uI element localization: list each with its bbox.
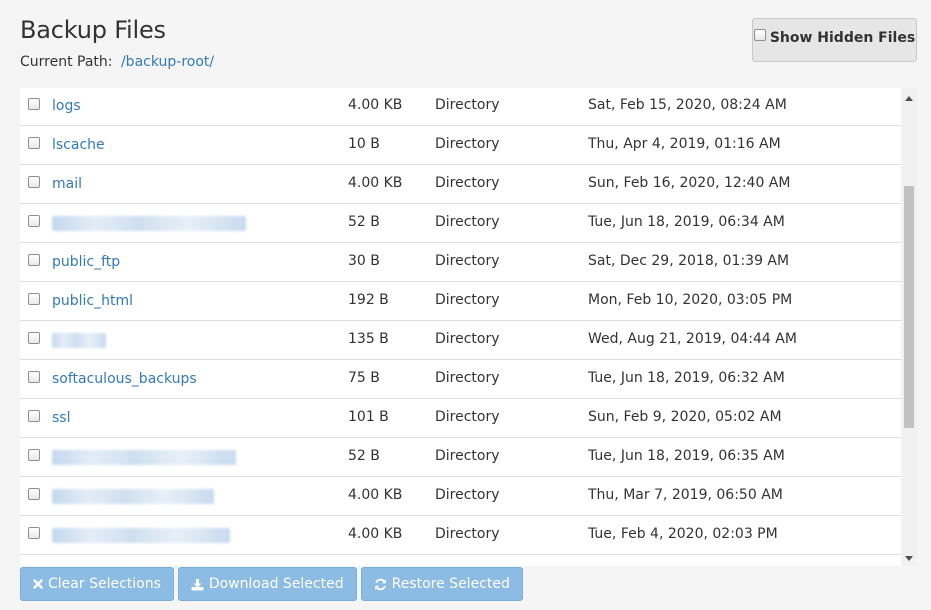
scroll-up-arrow-icon[interactable] (905, 96, 913, 101)
file-size: 4.00 KB (348, 175, 403, 191)
file-modified-date: Thu, Mar 7, 2019, 06:50 AM (588, 487, 783, 503)
row-select-checkbox[interactable] (28, 176, 40, 188)
file-name-link[interactable]: public_html (52, 293, 133, 309)
download-icon (191, 578, 204, 591)
file-type: Directory (435, 253, 500, 269)
row-select-checkbox[interactable] (28, 137, 40, 149)
file-type: Directory (435, 214, 500, 230)
file-type: Directory (435, 487, 500, 503)
file-type: Directory (435, 175, 500, 191)
file-row[interactable]: softaculous_backups 75 B Directory Tue, Jun… (20, 360, 901, 399)
redacted-file-name[interactable] (52, 489, 214, 504)
file-type: Directory (435, 526, 500, 542)
file-type: Directory (435, 409, 500, 425)
file-size: 192 B (348, 292, 389, 308)
times-icon (33, 579, 43, 589)
file-row[interactable]: public_ftp 30 B Directory Sat, Dec 29, 2018… (20, 243, 901, 282)
file-rows: logs 4.00 KB Directory Sat, Feb 15, 2020, 0… (20, 88, 901, 555)
redacted-file-name[interactable] (52, 216, 246, 231)
file-modified-date: Sun, Feb 16, 2020, 12:40 AM (588, 175, 791, 191)
file-name-link[interactable]: public_ftp (52, 254, 120, 270)
file-row[interactable]: lscache 10 B Directory Thu, Apr 4, 2019, 01… (20, 126, 901, 165)
redacted-file-name[interactable] (52, 528, 230, 543)
file-modified-date: Tue, Jun 18, 2019, 06:35 AM (588, 448, 785, 464)
file-modified-date: Wed, Aug 21, 2019, 04:44 AM (588, 331, 797, 347)
file-row[interactable]: 52 B Directory Tue, Jun 18, 2019, 06:34 AM (20, 204, 901, 243)
row-select-checkbox[interactable] (28, 488, 40, 500)
file-modified-date: Tue, Jun 18, 2019, 06:32 AM (588, 370, 785, 386)
row-select-checkbox[interactable] (28, 98, 40, 110)
file-list[interactable]: logs 4.00 KB Directory Sat, Feb 15, 2020, 0… (20, 88, 917, 566)
scrollbar-thumb[interactable] (904, 186, 914, 428)
file-row[interactable]: 4.00 KB Directory Tue, Feb 4, 2020, 02:03 … (20, 516, 901, 555)
file-modified-date: Thu, Apr 4, 2019, 01:16 AM (588, 136, 781, 152)
current-path: Current Path: /backup-root/ (20, 54, 214, 70)
row-select-checkbox[interactable] (28, 449, 40, 461)
clear-selections-label: Clear Selections (48, 576, 161, 592)
restore-selected-label: Restore Selected (391, 576, 510, 592)
file-size: 52 B (348, 448, 380, 464)
row-select-checkbox[interactable] (28, 254, 40, 266)
row-select-checkbox[interactable] (28, 371, 40, 383)
file-modified-date: Sat, Dec 29, 2018, 01:39 AM (588, 253, 790, 269)
file-type: Directory (435, 292, 500, 308)
file-name-link[interactable]: softaculous_backups (52, 371, 197, 387)
current-path-link[interactable]: /backup-root/ (121, 54, 214, 70)
file-name-link[interactable]: ssl (52, 410, 70, 426)
redacted-file-name[interactable] (52, 333, 106, 348)
file-list-scrollbar[interactable] (901, 88, 917, 566)
row-select-checkbox[interactable] (28, 410, 40, 422)
file-type: Directory (435, 331, 500, 347)
file-row[interactable]: ssl 101 B Directory Sun, Feb 9, 2020, 05:02… (20, 399, 901, 438)
file-row[interactable]: 135 B Directory Wed, Aug 21, 2019, 04:44 A… (20, 321, 901, 360)
action-bar: Clear Selections Download Selected Resto… (20, 567, 523, 601)
file-modified-date: Tue, Jun 18, 2019, 06:34 AM (588, 214, 785, 230)
download-selected-button[interactable]: Download Selected (177, 567, 357, 601)
file-row[interactable]: mail 4.00 KB Directory Sun, Feb 16, 2020, 1… (20, 165, 901, 204)
restore-selected-button[interactable]: Restore Selected (360, 567, 523, 601)
scroll-down-arrow-icon[interactable] (905, 556, 913, 561)
file-size: 10 B (348, 136, 380, 152)
file-size: 4.00 KB (348, 487, 403, 503)
page-title: Backup Files (20, 16, 166, 44)
file-size: 30 B (348, 253, 380, 269)
file-row[interactable]: logs 4.00 KB Directory Sat, Feb 15, 2020, 0… (20, 88, 901, 126)
file-size: 101 B (348, 409, 389, 425)
file-name-link[interactable]: logs (52, 98, 81, 114)
clear-selections-button[interactable]: Clear Selections (20, 567, 174, 601)
file-modified-date: Tue, Feb 4, 2020, 02:03 PM (588, 526, 778, 542)
row-select-checkbox[interactable] (28, 293, 40, 305)
file-type: Directory (435, 448, 500, 464)
file-modified-date: Mon, Feb 10, 2020, 03:05 PM (588, 292, 793, 308)
row-select-checkbox[interactable] (28, 527, 40, 539)
row-select-checkbox[interactable] (28, 332, 40, 344)
file-modified-date: Sun, Feb 9, 2020, 05:02 AM (588, 409, 782, 425)
file-size: 4.00 KB (348, 97, 403, 113)
file-modified-date: Sat, Feb 15, 2020, 08:24 AM (588, 97, 787, 113)
file-size: 135 B (348, 331, 389, 347)
file-size: 52 B (348, 214, 380, 230)
show-hidden-files-button[interactable]: Show Hidden Files (752, 18, 917, 62)
file-size: 4.00 KB (348, 526, 403, 542)
download-selected-label: Download Selected (208, 576, 344, 592)
file-size: 75 B (348, 370, 380, 386)
file-name-link[interactable]: lscache (52, 137, 105, 153)
file-row[interactable]: 4.00 KB Directory Thu, Mar 7, 2019, 06:50 … (20, 477, 901, 516)
refresh-icon (374, 578, 387, 591)
file-row[interactable]: public_html 192 B Directory Mon, Feb 10, 20… (20, 282, 901, 321)
file-type: Directory (435, 370, 500, 386)
file-name-link[interactable]: mail (52, 176, 82, 192)
show-hidden-files-checkbox[interactable] (753, 29, 766, 41)
row-select-checkbox[interactable] (28, 215, 40, 227)
file-type: Directory (435, 136, 500, 152)
current-path-label: Current Path: (20, 54, 113, 70)
file-row[interactable]: 52 B Directory Tue, Jun 18, 2019, 06:35 AM (20, 438, 901, 477)
redacted-file-name[interactable] (52, 450, 236, 465)
file-type: Directory (435, 97, 500, 113)
show-hidden-files-label: Show Hidden Files (769, 30, 916, 46)
